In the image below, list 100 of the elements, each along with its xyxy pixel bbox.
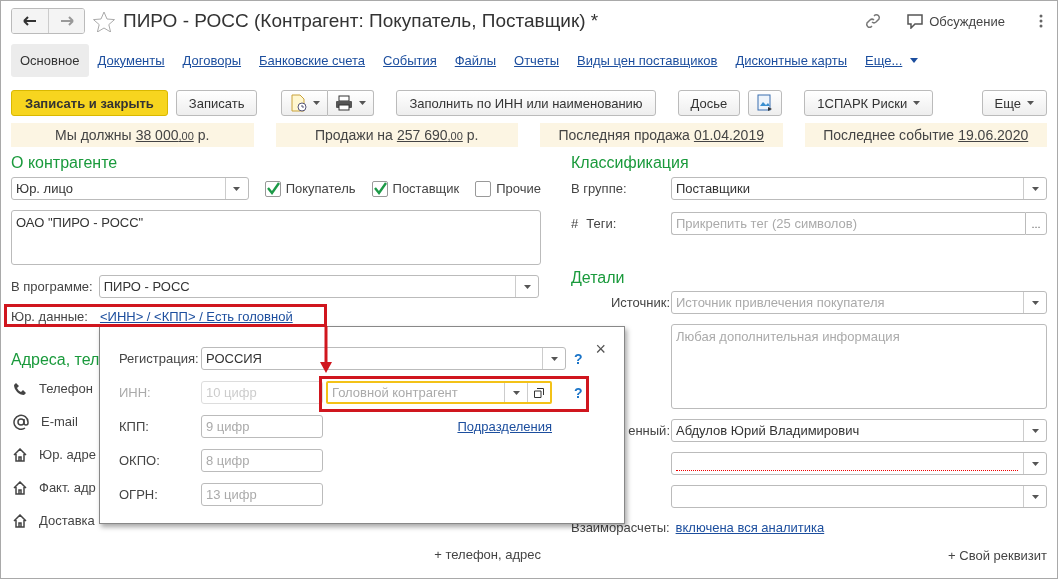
currency-label: р. [197,127,210,143]
text-field[interactable]: 13 цифр [201,483,323,506]
dropdown-field[interactable]: Юр. лицо [11,177,249,200]
menu-button[interactable]: Еще [981,90,1047,116]
summary-link[interactable]: 19.06.2020 [958,127,1029,143]
tab[interactable]: События [374,43,446,77]
hash-icon: # [571,216,579,231]
caret-icon [233,186,241,191]
tab[interactable]: Договоры [173,43,251,77]
add-contact-link[interactable]: + телефон, адрес [434,547,541,562]
back-button[interactable] [12,9,48,33]
dropdown-button[interactable] [328,90,375,116]
field-label: енный: [627,423,671,438]
summary-link[interactable]: 01.04.2019 [693,127,764,143]
checkbox[interactable] [475,180,492,197]
select-button[interactable]: ... [1025,212,1047,235]
tab[interactable]: Файлы [445,43,506,77]
notes-field[interactable]: Любая дополнительная информация [671,324,1047,409]
section-heading: Адреса, тел [11,350,100,370]
caret-icon [1031,428,1039,433]
house-icon [13,447,27,462]
caret-icon [359,101,367,105]
field-label: Юр. адре [39,447,96,462]
text-field[interactable]: 8 цифр [201,449,323,472]
caret-icon [523,284,531,289]
primary-button[interactable]: Записать и закрыть [11,90,168,116]
copy-icon [534,387,544,398]
checkbox-label: Покупатель [285,181,356,196]
subdivisions-link[interactable]: Подразделения [457,419,552,434]
add-attribute-link[interactable]: + Свой реквизит [948,548,1047,563]
kebab-menu-icon [1039,14,1043,28]
speech-bubble-icon [907,13,924,29]
link-button[interactable] [865,13,882,29]
field-label: ОКПО: [119,453,161,468]
field-label: Юр. данные: [11,308,88,324]
tab[interactable]: Виды цен поставщиков [568,43,727,77]
field-label: КПП: [119,419,150,434]
field-label: Доставка [39,513,95,528]
summary-link[interactable]: 257 690,00 [396,127,463,143]
field-label: Теги: [586,216,617,231]
dropdown-button[interactable] [281,90,329,116]
link-icon [865,13,882,29]
tab[interactable]: Основное [11,43,89,77]
section-heading: Детали [571,268,625,288]
caret-icon [1031,461,1039,466]
tab[interactable]: Дисконтные карты [726,43,856,77]
toolbar-button[interactable]: Записать [175,90,258,116]
field-label: В группе: [571,181,628,196]
help-button[interactable]: ? [566,350,583,367]
phone-icon [13,381,27,396]
at-sign-icon [13,413,29,430]
caret-icon [1031,300,1039,305]
caret-icon [1031,186,1039,191]
caret-icon [512,390,520,395]
caret-icon [1031,494,1039,499]
toolbar-button[interactable] [748,90,783,116]
summary-label: Продажи на [315,127,393,143]
tab[interactable]: Банковские счета [250,43,375,77]
tag-field[interactable]: Прикрепить тег (25 символов) [671,212,1025,235]
legal-data-link[interactable]: <ИНН> / <КПП> / Есть головной [99,308,293,324]
checkbox-label: Поставщик [392,181,460,196]
toolbar-button[interactable]: Досье [677,90,741,116]
summary-link[interactable]: 38 000,00 [135,127,194,143]
checkbox-label: Прочие [496,181,541,196]
more-button[interactable] [1039,14,1043,28]
window-title: ПИРО - РОСС (Контрагент: Покупатель, Поставщик) * [123,10,600,32]
tab[interactable]: Еще... [856,43,928,77]
tab[interactable]: Отчеты [505,43,568,77]
field-label: В программе: [11,279,93,294]
menu-button[interactable]: 1СПАРК Риски [804,90,934,116]
checkmark-icon [265,182,280,195]
field-label: ИНН: [119,385,152,400]
field-input[interactable]: Юр. лицо [12,178,225,199]
summary-label: Мы должны [55,127,132,143]
field-label: ОГРН: [119,487,159,502]
text-field[interactable]: 9 цифр [201,415,323,438]
section-heading: Классификация [571,153,689,173]
dropdown-field[interactable]: Головной контрагент [326,381,552,404]
field-label: Взаиморасчеты: [571,519,670,535]
help-button[interactable]: ? [566,384,583,401]
caret-icon [913,101,921,105]
checkbox[interactable] [264,180,281,197]
document-clock-icon [289,94,308,112]
tab[interactable]: Документы [88,43,174,77]
field-label: Источник: [609,295,671,310]
field-input[interactable]: Головной контрагент [328,383,504,402]
star-icon[interactable] [93,10,115,32]
close-button[interactable]: × [595,339,606,360]
discussion-button[interactable]: Обсуждение [907,13,1005,29]
settlements-link[interactable]: включена вся аналитика [675,519,825,535]
checkmark-icon [372,182,387,195]
caret-icon [313,101,321,105]
toolbar-button[interactable]: Заполнить по ИНН или наименованию [396,90,656,116]
checkbox[interactable] [371,180,388,197]
summary-label: Последняя продажа [558,127,690,143]
caret-icon [910,57,919,63]
house-icon [13,480,27,495]
name-field[interactable]: ОАО "ПИРО - РОСС" [11,210,541,265]
right-arrow-icon [59,16,74,26]
printer-icon [335,95,354,111]
